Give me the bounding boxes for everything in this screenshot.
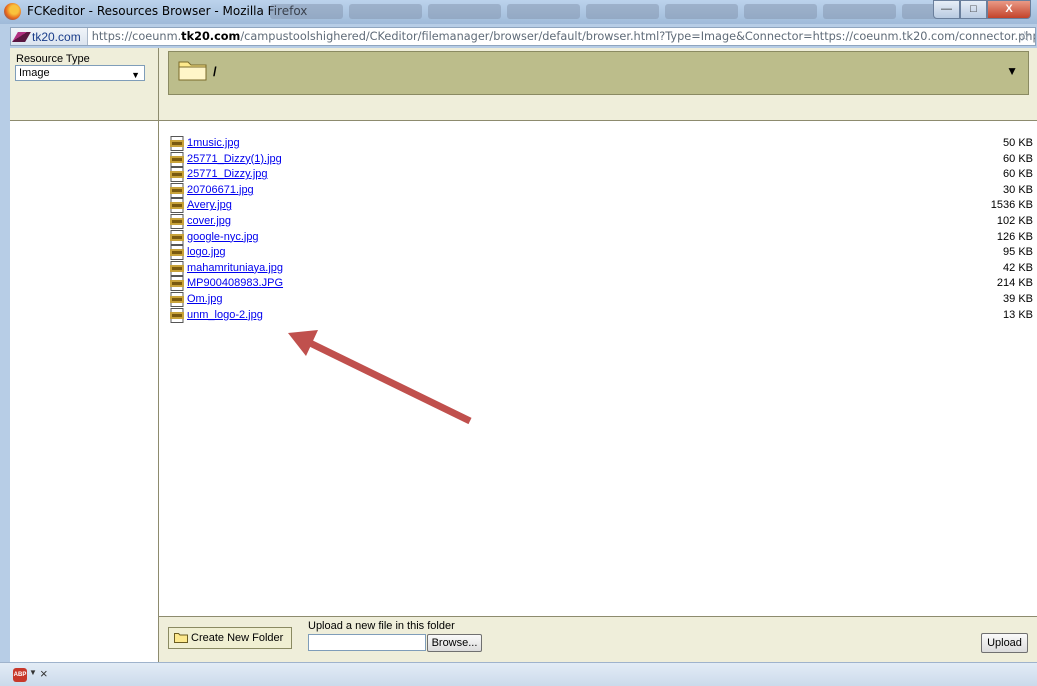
file-name-link[interactable]: MP900408983.JPG xyxy=(187,277,283,289)
adblock-dropdown-icon[interactable]: ▼ xyxy=(29,668,37,677)
jpg-file-icon xyxy=(170,151,184,167)
site-identity-button[interactable]: tk20.com xyxy=(11,28,88,45)
window-controls: — □ X xyxy=(933,0,1031,19)
jpg-file-icon xyxy=(170,245,184,261)
jpg-file-icon xyxy=(170,276,184,292)
address-bar[interactable]: tk20.com https://coeunm.tk20.com/campust… xyxy=(10,27,1036,46)
file-name-link[interactable]: 25771_Dizzy.jpg xyxy=(187,168,268,180)
file-size: 30 KB xyxy=(1003,183,1033,196)
file-row[interactable]: 25771_Dizzy.jpg 60 KB xyxy=(167,167,1033,183)
file-size: 39 KB xyxy=(1003,293,1033,305)
file-row[interactable]: mahamrituniaya.jpg 42 KB xyxy=(167,260,1033,276)
file-row[interactable]: 1music.jpg 50 KB xyxy=(167,136,1033,151)
file-size: 50 KB xyxy=(1003,137,1033,149)
title-bar[interactable]: FCKeditor - Resources Browser - Mozilla … xyxy=(0,0,1037,24)
url-prefix: https://coeunm. xyxy=(91,30,182,43)
browse-button[interactable]: Browse... xyxy=(427,634,482,652)
folder-dropdown-arrow-icon[interactable]: ▼ xyxy=(1006,64,1018,78)
resource-browser: Resource Type Image ▼ / ▼ 1music.jpg 50 K… xyxy=(10,48,1037,662)
file-name-link[interactable]: 25771_Dizzy(1).jpg xyxy=(187,153,282,165)
file-row[interactable]: 20706671.jpg 30 KB xyxy=(167,182,1033,198)
file-name-link[interactable]: Om.jpg xyxy=(187,293,222,305)
jpg-file-icon xyxy=(170,182,184,198)
file-row[interactable]: 25771_Dizzy(1).jpg 60 KB xyxy=(167,151,1033,167)
file-name-link[interactable]: cover.jpg xyxy=(187,215,231,227)
file-size: 42 KB xyxy=(1003,261,1033,274)
jpg-file-icon xyxy=(170,307,184,323)
upload-file-input[interactable] xyxy=(308,634,426,651)
status-bar: ABP ▼ × xyxy=(0,662,1037,686)
file-size: 13 KB xyxy=(1003,308,1033,321)
jpg-file-icon xyxy=(170,214,184,229)
url-text[interactable]: https://coeunm.tk20.com/campustoolshighe… xyxy=(88,30,1036,43)
maximize-button[interactable]: □ xyxy=(960,0,987,19)
jpg-file-icon xyxy=(170,198,184,214)
file-row[interactable]: MP900408983.JPG 214 KB xyxy=(167,276,1033,292)
folder-header-panel: / ▼ xyxy=(159,48,1037,121)
jpg-file-icon xyxy=(170,229,184,245)
resource-type-label: Resource Type xyxy=(16,53,90,65)
resource-type-value: Image xyxy=(19,67,50,79)
firefox-logo-icon xyxy=(4,3,21,20)
file-name-link[interactable]: 20706671.jpg xyxy=(187,184,254,196)
create-new-folder-label: Create New Folder xyxy=(191,632,284,644)
file-row[interactable]: google-nyc.jpg 126 KB xyxy=(167,229,1033,245)
folder-icon xyxy=(178,61,207,81)
resource-type-panel: Resource Type Image ▼ xyxy=(10,48,159,121)
file-size: 126 KB xyxy=(996,230,1033,243)
file-name-link[interactable]: unm_logo-2.jpg xyxy=(187,309,263,321)
folder-path-bar[interactable]: / ▼ xyxy=(168,51,1029,95)
file-row[interactable]: cover.jpg 102 KB xyxy=(167,214,1033,229)
file-row[interactable]: Avery.jpg 1536 KB xyxy=(167,198,1033,214)
jpg-file-icon xyxy=(170,292,184,307)
file-name-link[interactable]: google-nyc.jpg xyxy=(187,231,259,243)
upload-label: Upload a new file in this folder xyxy=(308,620,455,632)
minimize-button[interactable]: — xyxy=(933,0,960,19)
status-close-icon[interactable]: × xyxy=(40,666,48,681)
file-name-link[interactable]: 1music.jpg xyxy=(187,137,240,149)
site-identity-label: tk20.com xyxy=(32,29,81,44)
file-name-link[interactable]: mahamrituniaya.jpg xyxy=(187,262,283,274)
file-size: 214 KB xyxy=(996,277,1033,290)
new-folder-icon xyxy=(174,633,188,643)
file-name-link[interactable]: logo.jpg xyxy=(187,246,226,258)
jpg-file-icon xyxy=(170,136,184,151)
file-row[interactable]: logo.jpg 95 KB xyxy=(167,245,1033,261)
upload-panel: Create New Folder Upload a new file in t… xyxy=(159,616,1037,662)
file-name-link[interactable]: Avery.jpg xyxy=(187,199,232,211)
file-size: 1536 KB xyxy=(990,199,1033,212)
file-size: 60 KB xyxy=(1003,168,1033,181)
file-size: 102 KB xyxy=(996,215,1033,227)
url-path: /campustoolshighered/CKeditor/filemanage… xyxy=(240,30,1036,43)
create-new-folder-button[interactable]: Create New Folder xyxy=(168,627,292,649)
current-folder-path: / xyxy=(213,64,217,79)
file-size: 95 KB xyxy=(1003,246,1033,259)
left-panel-body xyxy=(10,121,159,662)
file-row[interactable]: Om.jpg 39 KB xyxy=(167,292,1033,307)
chevron-down-icon: ▼ xyxy=(131,70,140,80)
bookmark-star-icon[interactable]: ☆ xyxy=(1018,29,1031,44)
window-title: FCKeditor - Resources Browser - Mozilla … xyxy=(27,4,308,18)
adblock-plus-icon[interactable]: ABP xyxy=(13,668,27,682)
close-button[interactable]: X xyxy=(987,0,1031,19)
file-size: 60 KB xyxy=(1003,152,1033,165)
browser-window: FCKeditor - Resources Browser - Mozilla … xyxy=(0,0,1037,686)
file-row[interactable]: unm_logo-2.jpg 13 KB xyxy=(167,307,1033,323)
url-domain: tk20.com xyxy=(181,30,241,43)
jpg-file-icon xyxy=(170,167,184,183)
site-favicon-icon xyxy=(12,31,31,42)
upload-button[interactable]: Upload xyxy=(981,633,1028,653)
jpg-file-icon xyxy=(170,260,184,276)
file-list: 1music.jpg 50 KB 25771_Dizzy(1).jpg 60 KB 25… xyxy=(159,121,1037,616)
resource-type-select[interactable]: Image ▼ xyxy=(15,65,145,81)
background-taskbar-blur xyxy=(270,4,975,19)
